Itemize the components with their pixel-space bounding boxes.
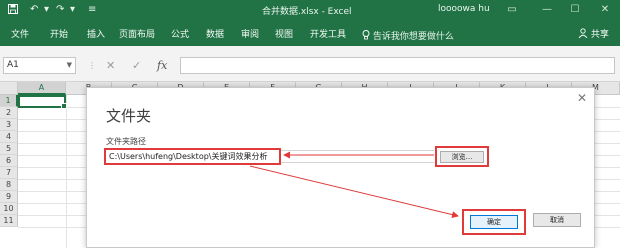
tell-me-search[interactable]: 告诉我你想要做什么 — [362, 29, 454, 42]
redo-dropdown-icon[interactable]: ▾ — [70, 4, 75, 16]
gridline — [66, 95, 67, 248]
folder-path-input[interactable]: C:\Users\hufeng\Desktop\关键词效果分析 — [104, 148, 281, 165]
restore-icon[interactable]: ☐ — [566, 2, 584, 18]
name-box[interactable]: A1 ▼ — [3, 57, 76, 74]
undo-dropdown-icon[interactable]: ▾ — [44, 4, 49, 16]
title-bar: ↶ ▾ ↷ ▾ ≡ 合并数据.xlsx - Excel loooowa hu ▭… — [0, 0, 620, 21]
save-icon[interactable] — [8, 4, 18, 18]
ribbon-display-icon[interactable]: ▭ — [503, 2, 521, 18]
tab-formulas[interactable]: 公式 — [171, 29, 189, 41]
row-header[interactable]: 4 — [0, 131, 18, 143]
folder-path-field-extension[interactable] — [281, 150, 434, 163]
dialog-close-icon[interactable]: ✕ — [577, 91, 587, 105]
row-header[interactable]: 10 — [0, 203, 18, 215]
row-header[interactable]: 7 — [0, 167, 18, 179]
ribbon-tabs: 文件 开始 插入 页面布局 公式 数据 审阅 视图 开发工具 告诉我你想要做什么… — [0, 21, 620, 46]
tab-home[interactable]: 开始 — [50, 29, 68, 41]
row-header[interactable]: 2 — [0, 107, 18, 119]
cancel-button[interactable]: 取消 — [533, 213, 581, 227]
tab-developer[interactable]: 开发工具 — [310, 29, 346, 41]
undo-icon[interactable]: ↶ — [30, 4, 38, 16]
person-icon — [578, 28, 591, 40]
share-button[interactable]: 共享 — [578, 27, 609, 40]
user-name[interactable]: loooowa hu — [438, 4, 490, 14]
row-header[interactable]: 6 — [0, 155, 18, 167]
close-icon[interactable]: ✕ — [596, 2, 614, 18]
tab-review[interactable]: 审阅 — [241, 29, 259, 41]
select-all-corner[interactable] — [0, 82, 18, 95]
tab-view[interactable]: 视图 — [275, 29, 293, 41]
browse-highlight: 浏览... — [435, 146, 489, 167]
tab-page-layout[interactable]: 页面布局 — [119, 29, 155, 41]
row-header[interactable]: 1 — [0, 95, 18, 107]
row-header[interactable]: 9 — [0, 191, 18, 203]
more-icon: ⋮ — [88, 61, 96, 70]
folder-path-label: 文件夹路径 — [106, 137, 146, 146]
tab-insert[interactable]: 插入 — [87, 29, 105, 41]
tell-me-label: 告诉我你想要做什么 — [372, 32, 454, 42]
folder-dialog: 文件夹 ✕ 文件夹路径 C:\Users\hufeng\Desktop\关键词效… — [86, 87, 595, 248]
enter-icon[interactable]: ✓ — [132, 57, 141, 74]
tab-data[interactable]: 数据 — [206, 29, 224, 41]
dialog-title: 文件夹 — [106, 107, 152, 125]
customize-qat-icon[interactable]: ≡ — [88, 4, 96, 16]
minimize-icon[interactable]: — — [538, 2, 556, 18]
column-header[interactable]: A — [18, 82, 66, 95]
share-label: 共享 — [590, 30, 609, 40]
cancel-icon[interactable]: ✕ — [106, 57, 115, 74]
name-box-value: A1 — [7, 60, 19, 70]
row-header[interactable]: 3 — [0, 119, 18, 131]
lightbulb-icon — [362, 30, 373, 42]
formula-input[interactable] — [180, 57, 615, 74]
redo-icon[interactable]: ↷ — [56, 4, 64, 16]
ok-button[interactable]: 确定 — [470, 215, 518, 229]
active-cell[interactable] — [18, 95, 67, 109]
chevron-down-icon[interactable]: ▼ — [67, 58, 72, 73]
ok-highlight: 确定 — [462, 209, 526, 235]
window-title: 合并数据.xlsx - Excel — [262, 7, 352, 17]
row-header[interactable]: 8 — [0, 179, 18, 191]
row-header[interactable]: 5 — [0, 143, 18, 155]
insert-function-icon[interactable]: fx — [157, 57, 167, 74]
tab-file[interactable]: 文件 — [11, 29, 29, 41]
browse-button[interactable]: 浏览... — [440, 151, 484, 163]
formula-bar: A1 ▼ ⋮ ✕ ✓ fx — [0, 46, 620, 82]
row-header[interactable]: 11 — [0, 215, 18, 227]
